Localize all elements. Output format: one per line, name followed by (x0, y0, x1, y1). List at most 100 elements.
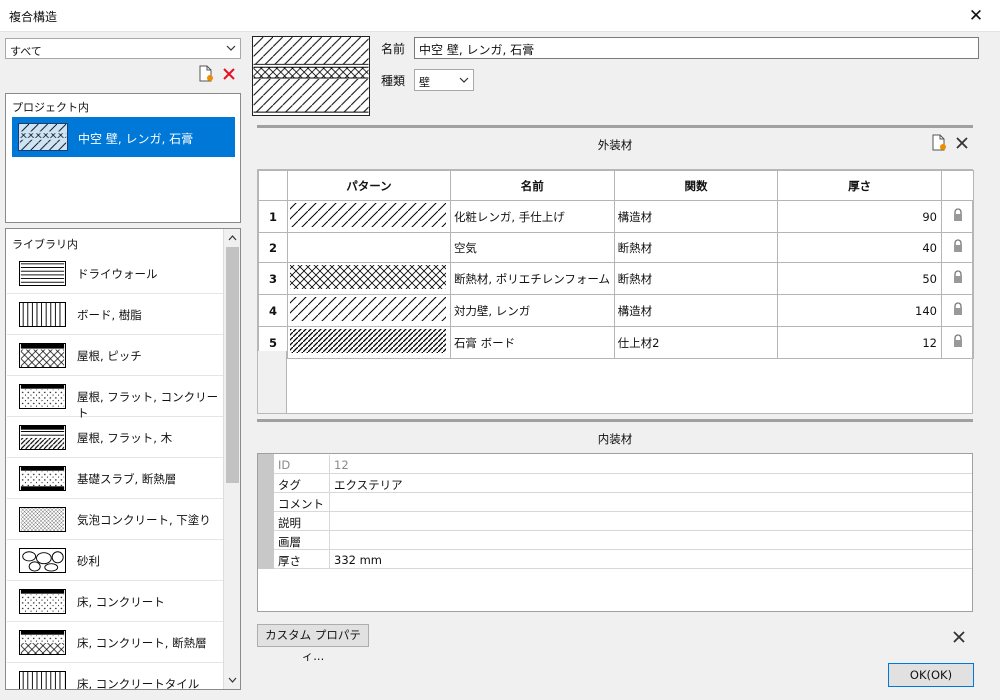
property-row[interactable]: 画層 (274, 531, 972, 550)
list-item[interactable]: ドライウォール (7, 253, 225, 294)
corner-cell (258, 170, 288, 201)
property-row[interactable]: 説明 (274, 512, 972, 531)
library-item-label: 床, コンクリートタイル (77, 677, 200, 690)
interior-title: 内装材 (597, 432, 633, 446)
table-row[interactable]: 1 化粧レンガ, 手仕上げ 構造材 90 (258, 200, 974, 233)
close-icon[interactable] (950, 628, 968, 646)
property-key: タグ (278, 478, 301, 492)
diagonal-pattern-swatch (289, 297, 446, 321)
column-header[interactable]: 関数 (613, 170, 779, 201)
custom-properties-button[interactable]: カスタム プロパティ... (257, 624, 369, 663)
library-item-label: 床, コンクリート (77, 595, 165, 609)
lock-icon (953, 302, 962, 315)
project-panel: プロジェクト内 中空 壁, レンガ, 石膏 (5, 93, 241, 223)
list-item[interactable]: 床, コンクリートタイル (7, 663, 225, 690)
concrete-roof-pattern-icon (19, 384, 66, 409)
pattern-cell[interactable] (286, 326, 451, 359)
pattern-cell[interactable] (286, 262, 451, 295)
insulated-concrete-floor-pattern-icon (19, 630, 66, 655)
list-item[interactable]: 屋根, フラット, コンクリート (7, 376, 225, 420)
layer-thickness[interactable]: 50 (777, 262, 942, 295)
properties-gutter (258, 454, 274, 569)
lock-cell[interactable] (941, 262, 974, 295)
new-document-icon[interactable] (197, 65, 215, 83)
property-key: ID (278, 458, 291, 472)
property-value: 332 mm (334, 553, 383, 567)
list-item[interactable]: 床, コンクリート (7, 581, 225, 622)
layer-function[interactable]: 構造材 (613, 294, 779, 327)
list-item[interactable]: ボード, 樹脂 (7, 294, 225, 335)
layer-thickness[interactable]: 140 (777, 294, 942, 327)
lock-icon (953, 334, 962, 347)
column-header[interactable]: 厚さ (777, 170, 942, 201)
filter-dropdown[interactable]: すべて (5, 38, 241, 59)
table-row[interactable]: 3 断熱材, ポリエチレンフォーム 断熱材 50 (258, 262, 974, 295)
pattern-cell[interactable] (286, 294, 451, 327)
type-dropdown[interactable]: 壁 (414, 69, 474, 91)
property-value[interactable]: エクステリア (334, 477, 403, 493)
property-row[interactable]: タグ エクステリア (274, 474, 972, 493)
library-item-label: 屋根, ピッチ (77, 349, 142, 363)
delete-icon[interactable] (220, 65, 238, 83)
layer-name[interactable]: 断熱材, ポリエチレンフォーム (449, 262, 615, 295)
row-header-blank (258, 351, 287, 413)
lock-cell[interactable] (941, 232, 974, 263)
layer-name[interactable]: 石膏 ボード (449, 326, 615, 359)
ok-button[interactable]: OK(OK) (888, 663, 974, 687)
name-input[interactable]: 中空 壁, レンガ, 石膏 (414, 37, 979, 59)
table-row[interactable]: 2 空気 断熱材 40 (258, 232, 974, 263)
list-item[interactable]: 屋根, フラット, 木 (7, 417, 225, 458)
table-header-row: パターン 名前 関数 厚さ (258, 170, 974, 201)
list-item[interactable]: 基礎スラブ, 断熱層 (7, 458, 225, 499)
property-row[interactable]: ID 12 (274, 455, 972, 474)
column-header[interactable]: 名前 (449, 170, 615, 201)
pitch-roof-pattern-icon (19, 343, 66, 368)
name-label: 名前 (381, 42, 406, 56)
close-icon[interactable] (953, 134, 971, 152)
project-item-label: 中空 壁, レンガ, 石膏 (78, 132, 194, 146)
list-item[interactable]: 砂利 (7, 540, 225, 581)
layer-name[interactable]: 空気 (449, 232, 615, 263)
chevron-up-icon[interactable] (226, 231, 239, 245)
layer-thickness[interactable]: 90 (777, 200, 942, 233)
lock-icon (953, 270, 962, 283)
table-row[interactable]: 4 対力壁, レンガ 構造材 140 (258, 294, 974, 327)
pattern-cell[interactable] (286, 232, 451, 263)
list-item[interactable]: 屋根, ピッチ (7, 335, 225, 376)
layer-function[interactable]: 仕上材2 (613, 326, 779, 359)
table-row[interactable]: 5 石膏 ボード 仕上材2 12 (258, 326, 974, 359)
property-row[interactable]: 厚さ 332 mm (274, 550, 972, 569)
new-layer-icon[interactable] (930, 134, 948, 152)
layer-name[interactable]: 対力壁, レンガ (449, 294, 615, 327)
layer-function[interactable]: 断熱材 (613, 232, 779, 263)
chevron-down-icon[interactable] (226, 673, 239, 687)
foundation-slab-pattern-icon (19, 466, 66, 491)
layer-function[interactable]: 断熱材 (613, 262, 779, 295)
scrollbar-thumb[interactable] (226, 247, 239, 483)
project-header: プロジェクト内 (12, 101, 89, 114)
layer-thickness[interactable]: 40 (777, 232, 942, 263)
list-item[interactable]: 床, コンクリート, 断熱層 (7, 622, 225, 663)
window-close-button[interactable]: ✕ (962, 4, 990, 28)
library-item-label: 屋根, フラット, 木 (77, 431, 173, 445)
composite-preview (252, 36, 370, 116)
filter-value: すべて (10, 45, 42, 58)
drywall-pattern-icon (19, 261, 66, 286)
column-header[interactable]: パターン (286, 170, 451, 201)
layer-function[interactable]: 構造材 (613, 200, 779, 233)
project-item-selected[interactable]: 中空 壁, レンガ, 石膏 (12, 117, 235, 157)
layer-thickness[interactable]: 12 (777, 326, 942, 359)
lock-cell[interactable] (941, 294, 974, 327)
property-row[interactable]: コメント (274, 493, 972, 512)
library-scrollbar[interactable] (223, 229, 240, 689)
list-item[interactable]: 気泡コンクリート, 下塗り (7, 499, 225, 540)
layer-name[interactable]: 化粧レンガ, 手仕上げ (449, 200, 615, 233)
diagonal-pattern-swatch (289, 203, 446, 227)
library-item-label: 気泡コンクリート, 下塗り (77, 513, 211, 527)
pattern-cell[interactable] (286, 200, 451, 233)
chevron-down-icon (226, 45, 236, 51)
lock-cell[interactable] (941, 326, 974, 359)
lock-cell[interactable] (941, 200, 974, 233)
property-key: 厚さ (278, 554, 301, 568)
dense-diagonal-pattern-swatch (289, 329, 446, 353)
